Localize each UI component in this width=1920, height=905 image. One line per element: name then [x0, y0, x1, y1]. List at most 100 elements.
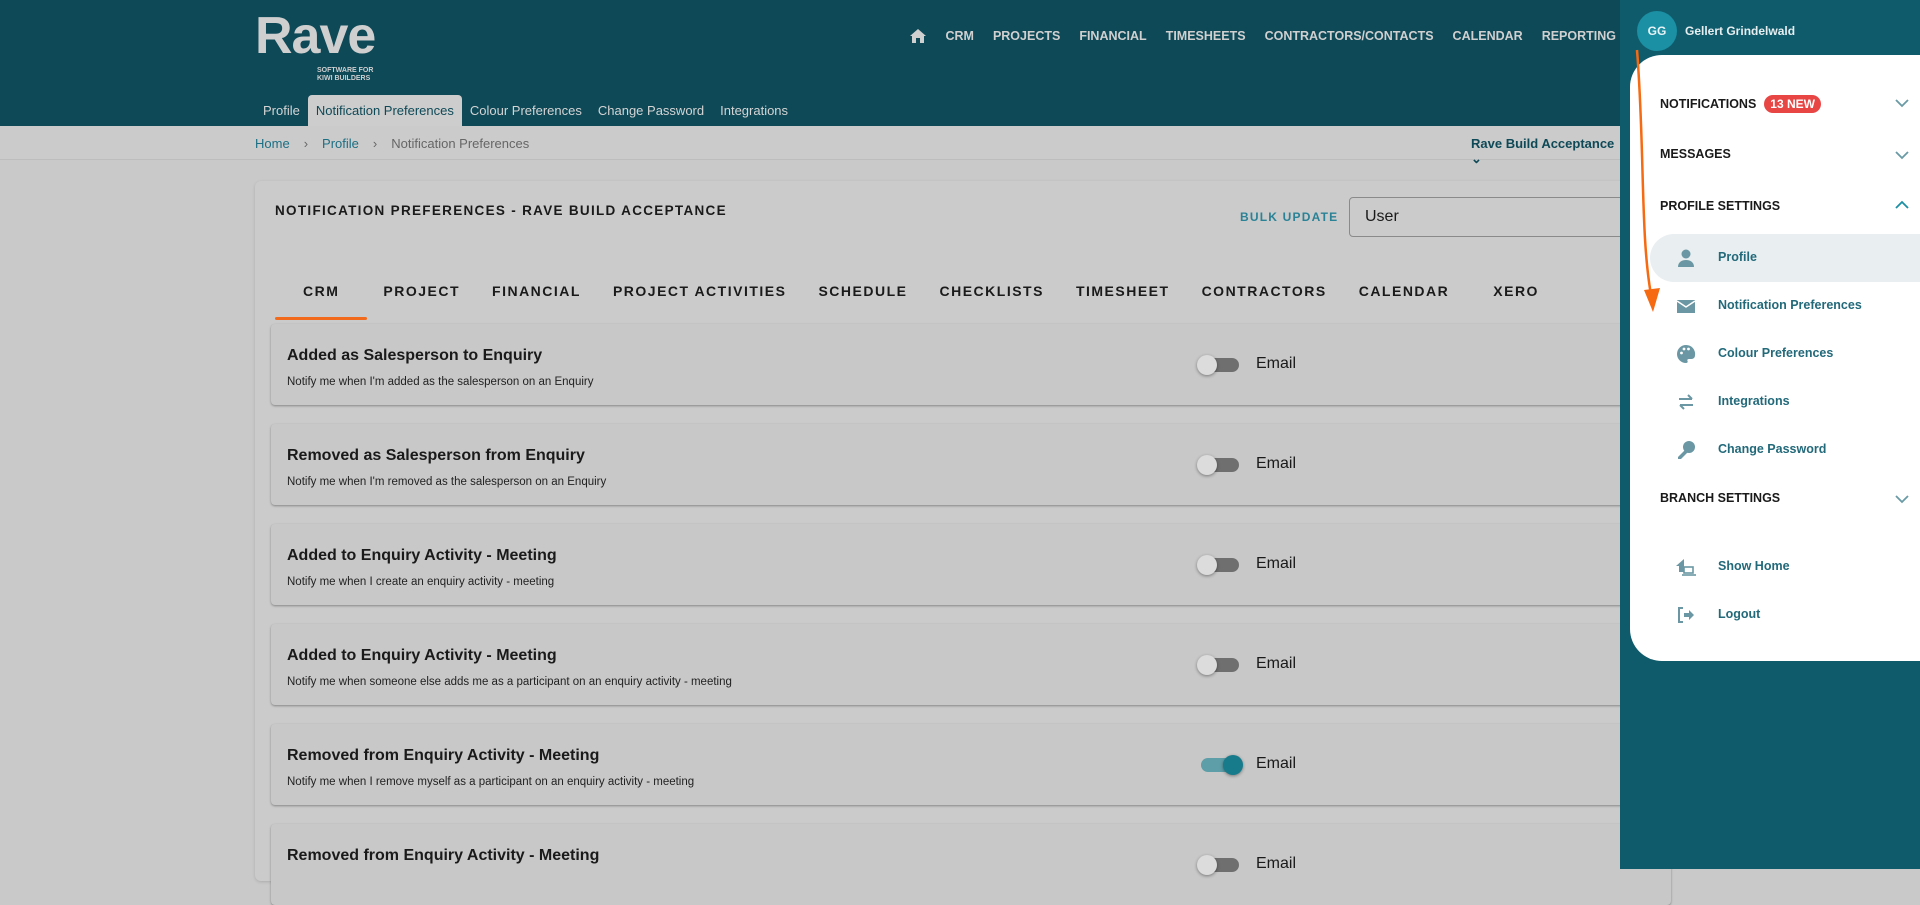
- menu-item-show-home[interactable]: Show Home: [1650, 543, 1920, 591]
- tab-crm[interactable]: CRM: [275, 269, 368, 320]
- section-label: MESSAGES: [1660, 147, 1731, 161]
- toggle-label: Email: [1256, 655, 1297, 672]
- branch-selector[interactable]: Rave Build Acceptance ⌄: [1471, 136, 1620, 167]
- toggle-label: Email: [1256, 555, 1297, 572]
- swap-arrows-icon: [1679, 394, 1693, 410]
- row-description: Notify me when someone else adds me as a…: [287, 676, 732, 688]
- subtab-colour-preferences[interactable]: Colour Preferences: [462, 95, 590, 126]
- breadcrumb-profile[interactable]: Profile: [322, 136, 359, 151]
- nav-crm[interactable]: CRM: [945, 29, 973, 43]
- notification-row: Removed as Salesperson from Enquiry Noti…: [271, 424, 1671, 505]
- toggle-knob: [1197, 555, 1217, 575]
- tab-timesheet[interactable]: TIMESHEET: [1060, 269, 1186, 312]
- toggle-label: Email: [1256, 755, 1297, 772]
- toggle-knob: [1197, 855, 1217, 875]
- bulk-update-button[interactable]: BULK UPDATE: [1240, 210, 1338, 224]
- tab-contractors[interactable]: CONTRACTORS: [1186, 269, 1343, 312]
- toggle-label: Email: [1256, 855, 1297, 872]
- avatar[interactable]: GG: [1637, 11, 1677, 51]
- email-toggle[interactable]: [1197, 655, 1239, 675]
- profile-subtabs: Profile Notification Preferences Colour …: [255, 95, 796, 126]
- tab-checklists[interactable]: CHECKLISTS: [923, 269, 1059, 312]
- home-icon[interactable]: [910, 29, 927, 43]
- chevron-up-icon[interactable]: [1895, 198, 1909, 212]
- tab-schedule[interactable]: SCHEDULE: [802, 269, 923, 312]
- menu-section-messages[interactable]: MESSAGES: [1660, 147, 1731, 161]
- chevron-down-icon[interactable]: [1895, 148, 1909, 162]
- rave-logo[interactable]: Rave SOFTWARE FOR KIWI BUILDERS: [255, 10, 376, 82]
- subtab-change-password[interactable]: Change Password: [590, 95, 712, 126]
- notification-row: Added to Enquiry Activity - Meeting Noti…: [271, 624, 1671, 705]
- email-toggle[interactable]: [1197, 355, 1239, 375]
- nav-timesheets[interactable]: TIMESHEETS: [1166, 29, 1246, 43]
- email-toggle[interactable]: [1197, 855, 1239, 875]
- tab-project-activities[interactable]: PROJECT ACTIVITIES: [597, 269, 803, 312]
- subtab-notification-preferences[interactable]: Notification Preferences: [307, 95, 462, 126]
- user-menu: NOTIFICATIONS 13 NEW MESSAGES PROFILE SET…: [1630, 55, 1920, 661]
- menu-item-label: Logout: [1718, 607, 1761, 621]
- person-icon: [1678, 249, 1694, 267]
- email-toggle[interactable]: [1201, 755, 1243, 775]
- app-header: Rave SOFTWARE FOR KIWI BUILDERS CRM PROJ…: [0, 0, 1620, 126]
- menu-section-branch-settings[interactable]: BRANCH SETTINGS: [1660, 491, 1780, 505]
- row-description: Notify me when I create an enquiry activ…: [287, 576, 555, 588]
- nav-reporting[interactable]: REPORTING: [1542, 29, 1616, 43]
- key-icon: [1678, 441, 1695, 459]
- menu-item-logout[interactable]: Logout: [1650, 591, 1920, 639]
- email-toggle[interactable]: [1197, 455, 1239, 475]
- breadcrumb-separator: ›: [303, 136, 309, 151]
- user-name: Gellert Grindelwald: [1685, 24, 1796, 38]
- breadcrumb-current: Notification Preferences: [391, 136, 530, 151]
- chevron-down-icon: ⌄: [1471, 151, 1482, 166]
- nav-calendar[interactable]: CALENDAR: [1453, 29, 1523, 43]
- menu-item-notification-preferences[interactable]: Notification Preferences: [1650, 282, 1920, 330]
- row-title: Added to Enquiry Activity - Meeting: [287, 647, 557, 664]
- tab-project[interactable]: PROJECT: [367, 269, 476, 312]
- envelope-icon: [1676, 300, 1696, 313]
- menu-item-label: Profile: [1718, 250, 1757, 264]
- row-title: Added as Salesperson to Enquiry: [287, 347, 543, 364]
- branch-name: Rave Build Acceptance: [1471, 136, 1615, 151]
- section-label: PROFILE SETTINGS: [1660, 199, 1781, 213]
- chevron-down-icon[interactable]: [1895, 492, 1909, 506]
- subtab-profile[interactable]: Profile: [255, 95, 308, 126]
- notification-row: Removed from Enquiry Activity - Meeting …: [271, 724, 1671, 805]
- menu-item-label: Show Home: [1718, 559, 1790, 573]
- row-title: Added to Enquiry Activity - Meeting: [287, 547, 557, 564]
- chevron-down-icon[interactable]: [1895, 96, 1909, 110]
- breadcrumb-bar: Home › Profile › Notification Preferences …: [0, 126, 1620, 166]
- category-tabs: CRM PROJECT FINANCIAL PROJECT ACTIVITIES…: [275, 269, 1567, 320]
- notification-row: Removed from Enquiry Activity - Meeting …: [271, 824, 1671, 905]
- row-description: Notify me when I'm added as the salesper…: [287, 376, 594, 388]
- menu-item-profile[interactable]: Profile: [1650, 234, 1920, 282]
- nav-projects[interactable]: PROJECTS: [993, 29, 1060, 43]
- tab-xero[interactable]: XERO: [1465, 269, 1567, 312]
- breadcrumb-separator: ›: [372, 136, 378, 151]
- email-toggle[interactable]: [1197, 555, 1239, 575]
- menu-section-profile-settings[interactable]: PROFILE SETTINGS: [1660, 199, 1780, 213]
- nav-contractors[interactable]: CONTRACTORS/CONTACTS: [1265, 29, 1434, 43]
- section-label: NOTIFICATIONS: [1660, 97, 1757, 111]
- menu-item-label: Colour Preferences: [1718, 346, 1834, 360]
- show-home-icon: [1676, 559, 1696, 576]
- notification-row: Added as Salesperson to Enquiry Notify m…: [271, 324, 1671, 405]
- notification-row: Added to Enquiry Activity - Meeting Noti…: [271, 524, 1671, 605]
- top-nav: CRM PROJECTS FINANCIAL TIMESHEETS CONTRA…: [910, 29, 1616, 43]
- menu-item-label: Notification Preferences: [1718, 298, 1862, 312]
- toggle-knob: [1223, 755, 1243, 775]
- menu-item-change-password[interactable]: Change Password: [1650, 426, 1920, 474]
- menu-item-integrations[interactable]: Integrations: [1650, 378, 1920, 426]
- nav-financial[interactable]: FINANCIAL: [1079, 29, 1146, 43]
- menu-item-colour-preferences[interactable]: Colour Preferences: [1650, 330, 1920, 378]
- tab-calendar[interactable]: CALENDAR: [1343, 269, 1466, 312]
- notification-count-badge: 13 NEW: [1764, 95, 1821, 113]
- menu-section-notifications[interactable]: NOTIFICATIONS 13 NEW: [1660, 95, 1821, 113]
- subtab-integrations[interactable]: Integrations: [712, 95, 796, 126]
- page-title: NOTIFICATION PREFERENCES - RAVE BUILD AC…: [275, 203, 727, 218]
- palette-icon: [1677, 344, 1696, 363]
- breadcrumb-home[interactable]: Home: [255, 136, 290, 151]
- row-title: Removed as Salesperson from Enquiry: [287, 447, 585, 464]
- tab-financial[interactable]: FINANCIAL: [476, 269, 597, 312]
- breadcrumb: Home › Profile › Notification Preferences: [255, 136, 529, 151]
- logout-icon: [1678, 607, 1694, 623]
